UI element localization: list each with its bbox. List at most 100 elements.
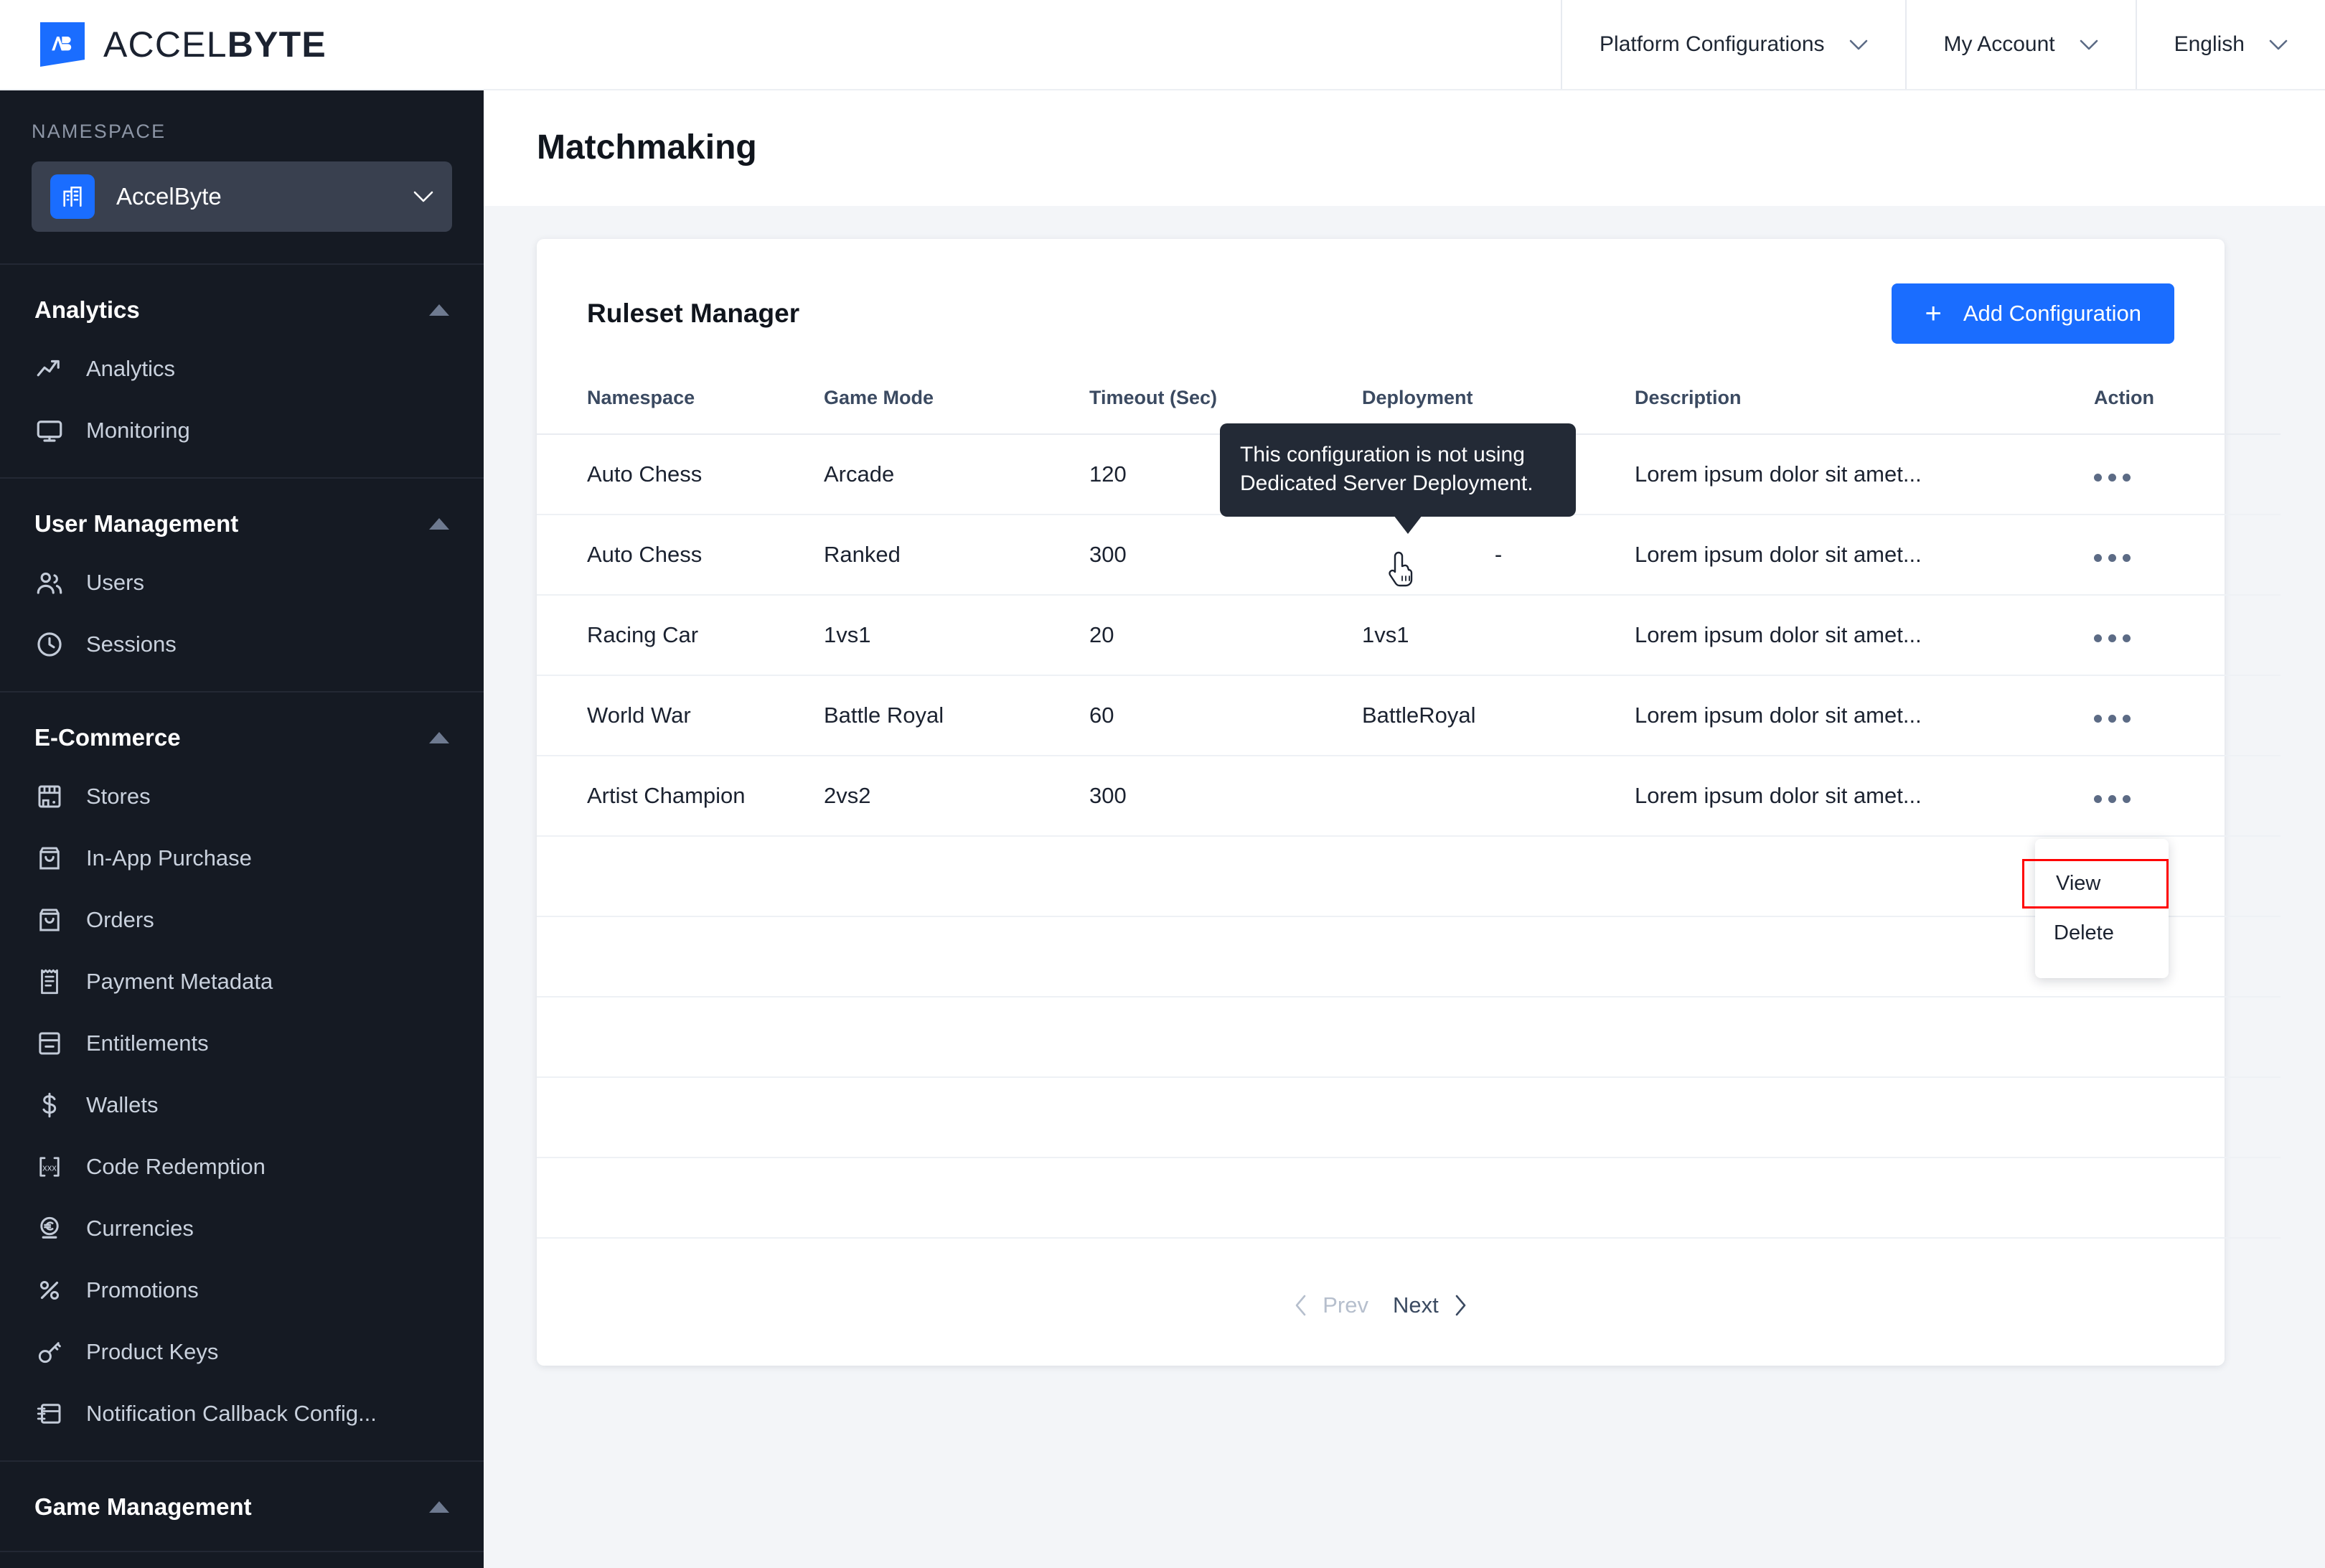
cell-game-mode: Battle Royal: [824, 675, 1089, 756]
more-horizontal-icon[interactable]: [2094, 634, 2131, 642]
brand-logo[interactable]: ACCELBYTE: [0, 0, 327, 89]
sidebar-item-product-keys[interactable]: Product Keys: [0, 1321, 484, 1383]
nav-group-ecommerce-header[interactable]: E-Commerce: [0, 710, 484, 766]
table-row[interactable]: Artist Champion 2vs2 300 Lorem ipsum dol…: [537, 756, 2281, 837]
sidebar-item-promotions-label: Promotions: [86, 1277, 199, 1302]
cell-description: Lorem ipsum dolor sit amet...: [1635, 756, 2094, 837]
sidebar-item-entitlements[interactable]: Entitlements: [0, 1013, 484, 1074]
sidebar-item-stores[interactable]: Stores: [0, 766, 484, 827]
caret-up-icon: [429, 518, 449, 530]
nav-group-game-management-title: Game Management: [34, 1493, 252, 1520]
sidebar-item-users[interactable]: Users: [0, 552, 484, 614]
ruleset-manager-card: Ruleset Manager + Add Configuration Name…: [537, 239, 2281, 1366]
table-row-empty: [537, 836, 2281, 917]
cell-description: Lorem ipsum dolor sit amet...: [1635, 434, 2094, 515]
chevron-down-icon: [2269, 39, 2288, 50]
nav-my-account[interactable]: My Account: [1904, 0, 2136, 89]
chevron-left-icon: [1294, 1294, 1308, 1317]
sidebar-item-code-redemption[interactable]: xxx Code Redemption: [0, 1136, 484, 1198]
column-header-namespace: Namespace: [537, 387, 824, 435]
cell-timeout: 60: [1089, 675, 1362, 756]
chevron-down-icon: [1849, 39, 1868, 50]
caret-up-icon: [429, 1501, 449, 1513]
cell-deployment[interactable]: [1362, 756, 1635, 837]
namespace-selector[interactable]: AccelByte: [32, 161, 452, 232]
shopping-bag-icon: [34, 843, 65, 873]
namespace-value: AccelByte: [116, 183, 222, 210]
cell-namespace: Auto Chess: [537, 434, 824, 515]
app-root: ACCELBYTE Platform Configurations My Acc…: [0, 0, 2325, 1568]
more-horizontal-icon[interactable]: [2094, 715, 2131, 723]
cell-game-mode: Ranked: [824, 515, 1089, 596]
nav-group-user-management-title: User Management: [34, 510, 239, 537]
sidebar-item-payment-metadata[interactable]: Payment Metadata: [0, 951, 484, 1013]
sidebar-item-entitlements-label: Entitlements: [86, 1031, 209, 1056]
sidebar-item-wallets[interactable]: Wallets: [0, 1074, 484, 1136]
sidebar-item-in-app-purchase[interactable]: In-App Purchase: [0, 827, 484, 889]
cell-namespace: World War: [537, 675, 824, 756]
more-horizontal-icon[interactable]: [2094, 554, 2131, 562]
nav-group-user-management-header[interactable]: User Management: [0, 496, 484, 552]
pagination-next-label: Next: [1393, 1292, 1439, 1318]
more-horizontal-icon[interactable]: [2094, 474, 2131, 482]
nav-group-game-management-header[interactable]: Game Management: [0, 1479, 484, 1535]
cell-description: Lorem ipsum dolor sit amet...: [1635, 595, 2094, 676]
table-row[interactable]: Racing Car 1vs1 20 1vs1 Lorem ipsum dolo…: [537, 595, 2281, 676]
shopping-bag-icon: [34, 905, 65, 935]
sidebar-item-notification-callback-config[interactable]: Notification Callback Config...: [0, 1383, 484, 1445]
sidebar-item-monitoring[interactable]: Monitoring: [0, 400, 484, 461]
cell-namespace: Auto Chess: [537, 515, 824, 596]
nav-language[interactable]: English: [2135, 0, 2325, 89]
nav-group-game-management: Game Management: [0, 1462, 484, 1552]
cell-timeout: 300: [1089, 515, 1362, 596]
sidebar-item-promotions[interactable]: Promotions: [0, 1259, 484, 1321]
sidebar-item-sessions-label: Sessions: [86, 632, 177, 657]
cell-game-mode: 2vs2: [824, 756, 1089, 837]
nav-group-user-management: User Management Users Sessions: [0, 479, 484, 693]
dropdown-item-delete[interactable]: Delete: [2035, 909, 2169, 958]
euro-coin-icon: [34, 1213, 65, 1244]
table-row[interactable]: World War Battle Royal 60 BattleRoyal Lo…: [537, 675, 2281, 756]
nav-platform-configurations[interactable]: Platform Configurations: [1561, 0, 1904, 89]
brand-wordmark: ACCELBYTE: [103, 24, 327, 65]
cell-description: Lorem ipsum dolor sit amet...: [1635, 675, 2094, 756]
chevron-right-icon: [1453, 1294, 1467, 1317]
sidebar-item-payment-metadata-label: Payment Metadata: [86, 969, 273, 994]
caret-up-icon: [429, 732, 449, 743]
pagination-next-button[interactable]: Next: [1393, 1292, 1467, 1318]
sidebar-item-sessions[interactable]: Sessions: [0, 614, 484, 675]
sidebar-item-currencies[interactable]: Currencies: [0, 1198, 484, 1259]
pagination-prev-button[interactable]: Prev: [1294, 1292, 1368, 1318]
key-icon: [34, 1337, 65, 1367]
cell-game-mode: Arcade: [824, 434, 1089, 515]
card-header: Ruleset Manager + Add Configuration: [537, 239, 2225, 387]
card-title: Ruleset Manager: [587, 299, 800, 328]
store-icon: [34, 781, 65, 812]
page-title: Matchmaking: [537, 128, 757, 166]
more-horizontal-icon[interactable]: [2094, 795, 2131, 803]
cell-namespace: Racing Car: [537, 595, 824, 676]
cell-deployment[interactable]: 1vs1: [1362, 595, 1635, 676]
sidebar-item-analytics[interactable]: Analytics: [0, 338, 484, 400]
callback-config-icon: [34, 1399, 65, 1429]
users-icon: [34, 568, 65, 598]
cell-action: [2094, 675, 2281, 756]
cell-deployment[interactable]: BattleRoyal: [1362, 675, 1635, 756]
add-configuration-button[interactable]: + Add Configuration: [1892, 283, 2174, 344]
sidebar-item-notification-callback-config-label: Notification Callback Config...: [86, 1401, 377, 1426]
table-row-empty: [537, 1158, 2281, 1239]
trending-up-icon: [34, 354, 65, 384]
sidebar-item-orders[interactable]: Orders: [0, 889, 484, 951]
cell-action: [2094, 515, 2281, 596]
chevron-down-icon: [413, 191, 433, 203]
sidebar-item-wallets-label: Wallets: [86, 1092, 159, 1117]
nav-group-analytics-header[interactable]: Analytics: [0, 282, 484, 338]
sidebar-item-analytics-label: Analytics: [86, 356, 176, 381]
dropdown-item-view[interactable]: View: [2022, 859, 2169, 909]
sidebar-item-monitoring-label: Monitoring: [86, 418, 190, 443]
sidebar-item-orders-label: Orders: [86, 907, 154, 932]
cell-action: [2094, 756, 2281, 837]
svg-text:xxx: xxx: [42, 1162, 57, 1173]
table-row-empty: [537, 1077, 2281, 1158]
sidebar-item-product-keys-label: Product Keys: [86, 1339, 219, 1364]
